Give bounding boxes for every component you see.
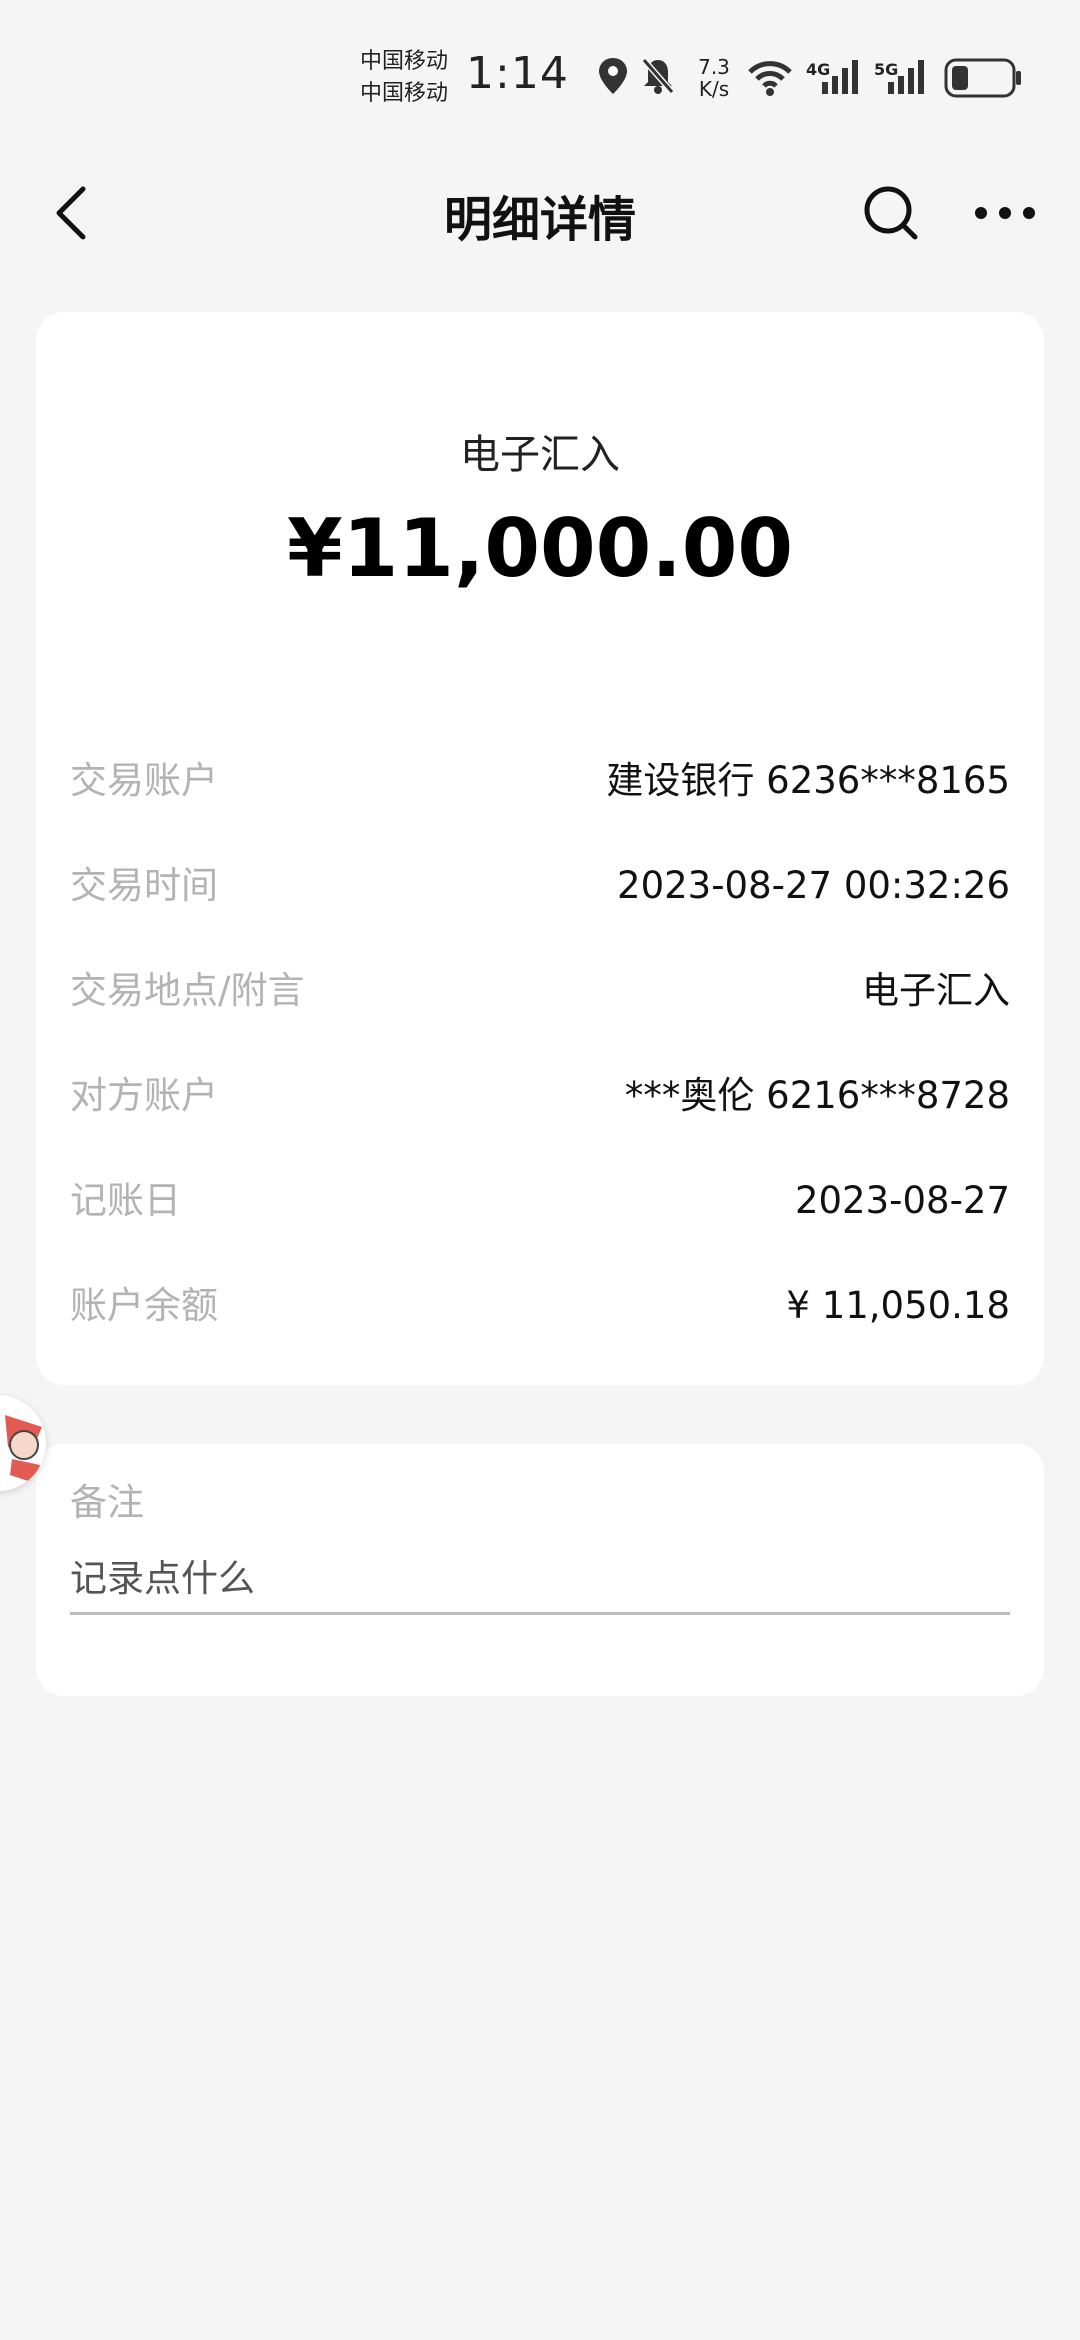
- status-time: 1:14: [466, 48, 569, 99]
- detail-label: 交易地点/附言: [70, 969, 305, 1012]
- note-card: 备注: [36, 1444, 1044, 1696]
- carrier-2: 中国移动: [360, 81, 449, 106]
- more-icon: [973, 203, 1037, 227]
- detail-label: 交易时间: [70, 864, 218, 907]
- wifi-icon: [746, 58, 794, 102]
- transaction-type: 电子汇入: [460, 432, 620, 478]
- detail-label: 记账日: [70, 1179, 181, 1222]
- detail-row-time: 交易时间 2023-08-27 00:32:26: [70, 851, 1010, 921]
- mute-bell-icon: [640, 56, 676, 100]
- detail-value: 2023-08-27 00:32:26: [617, 864, 1010, 907]
- detail-value: 电子汇入: [862, 969, 1010, 1012]
- battery-icon: [944, 58, 1024, 102]
- detail-row-location: 交易地点/附言 电子汇入: [70, 956, 1010, 1026]
- detail-row-account: 交易账户 建设银行 6236***8165: [70, 746, 1010, 816]
- note-label: 备注: [70, 1481, 144, 1524]
- detail-row-balance: 账户余额 ¥ 11,050.18: [70, 1271, 1010, 1341]
- transaction-card: 电子汇入 ¥11,000.00 交易账户 建设银行 6236***8165 交易…: [36, 312, 1044, 1385]
- detail-row-posting-date: 记账日 2023-08-27: [70, 1166, 1010, 1236]
- carrier-info: 中国移动 中国移动: [360, 46, 460, 110]
- speed-unit: K/s: [698, 77, 730, 101]
- status-bar: 中国移动 中国移动 1:14 7.3 K/s 4G 5G: [0, 0, 1080, 150]
- app-header: 明细详情: [0, 150, 1080, 275]
- carrier-1: 中国移动: [360, 49, 449, 74]
- detail-value: 建设银行 6236***8165: [606, 759, 1010, 802]
- detail-row-counterparty: 对方账户 ***奥伦 6216***8728: [70, 1061, 1010, 1131]
- search-button[interactable]: [856, 180, 926, 250]
- transaction-amount: ¥11,000.00: [286, 502, 794, 595]
- network-speed: 7.3 K/s: [692, 56, 736, 100]
- transaction-detail-page: 中国移动 中国移动 1:14 7.3 K/s 4G 5G 明细详情 电子汇入 ¥…: [0, 0, 1080, 2340]
- detail-value: ¥ 11,050.18: [786, 1284, 1010, 1327]
- signal-icon: [884, 56, 928, 100]
- detail-label: 账户余额: [70, 1284, 218, 1327]
- detail-value: ***奥伦 6216***8728: [624, 1074, 1010, 1117]
- signal-icon: [818, 56, 862, 100]
- search-icon: [861, 183, 921, 247]
- detail-label: 交易账户: [70, 759, 218, 802]
- note-input[interactable]: [70, 1544, 1010, 1615]
- detail-value: 2023-08-27: [794, 1179, 1010, 1222]
- speed-value: 7.3: [698, 55, 730, 79]
- location-icon: [596, 56, 630, 100]
- detail-label: 对方账户: [70, 1074, 218, 1117]
- more-button[interactable]: [970, 180, 1040, 250]
